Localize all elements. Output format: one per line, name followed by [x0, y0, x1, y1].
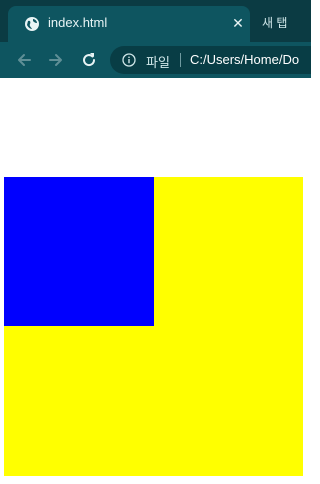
- address-divider: [180, 53, 181, 67]
- close-icon[interactable]: ✕: [230, 14, 246, 32]
- browser-window: index.html ✕ 새 탭 파일 C:/Users/Home/Do: [0, 0, 311, 484]
- globe-icon: [25, 17, 39, 31]
- tab-strip: index.html ✕ 새 탭: [0, 0, 311, 42]
- arrow-left-icon[interactable]: [14, 50, 34, 70]
- reload-icon[interactable]: [79, 50, 99, 70]
- url-text[interactable]: C:/Users/Home/Do: [190, 52, 299, 67]
- address-bar[interactable]: 파일 C:/Users/Home/Do: [110, 46, 311, 74]
- tab-title: index.html: [48, 15, 108, 30]
- new-tab-button[interactable]: 새 탭: [262, 14, 287, 31]
- tab-index-html[interactable]: index.html ✕: [8, 6, 250, 42]
- page-viewport: [0, 78, 311, 484]
- toolbar: 파일 C:/Users/Home/Do: [0, 42, 311, 78]
- scheme-label: 파일: [146, 55, 170, 70]
- info-icon[interactable]: [122, 53, 136, 67]
- blue-box: [4, 177, 154, 326]
- arrow-right-icon[interactable]: [46, 50, 66, 70]
